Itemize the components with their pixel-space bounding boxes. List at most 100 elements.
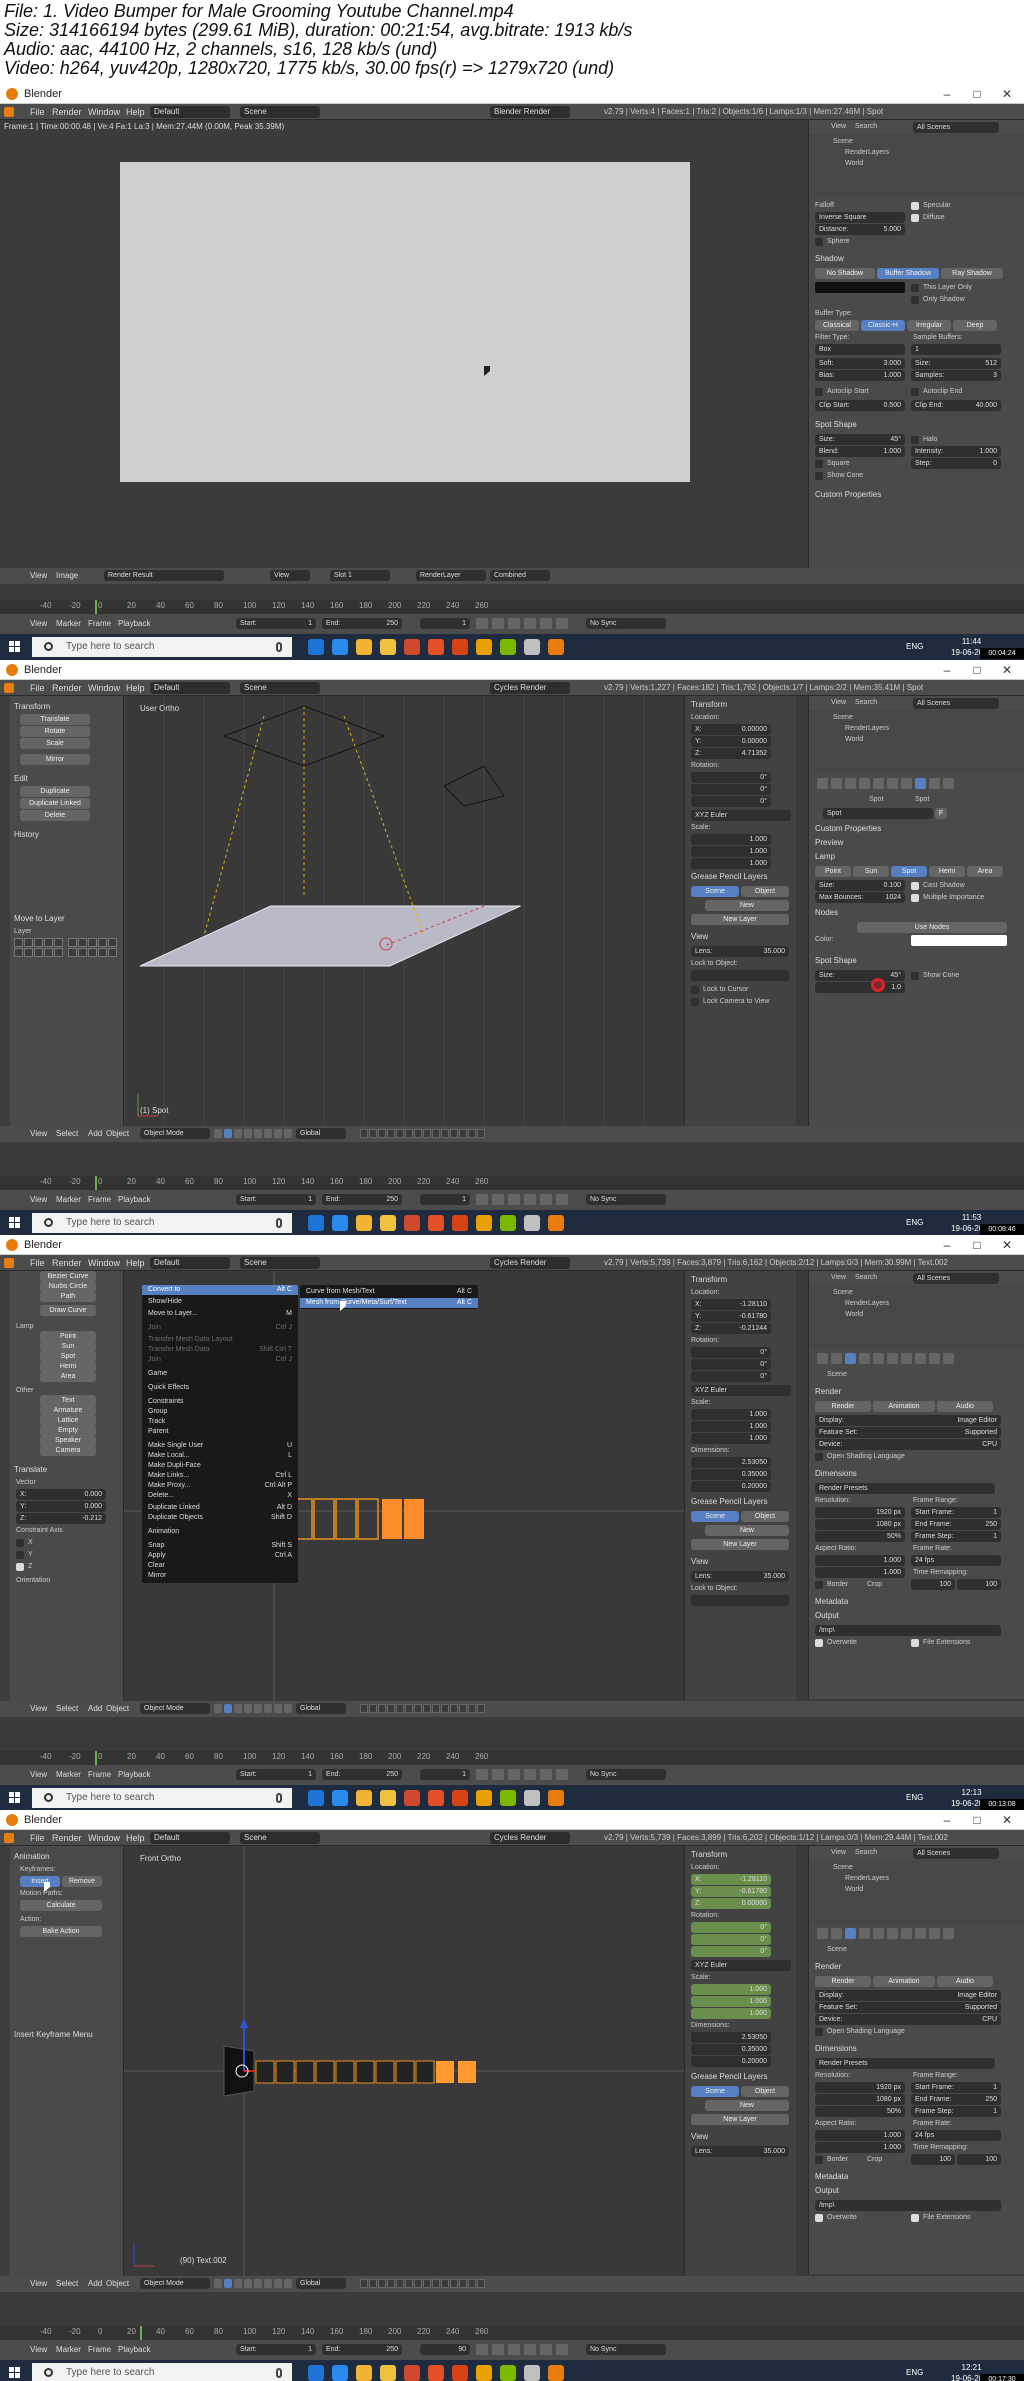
viewport-shading-icon[interactable] xyxy=(214,2279,222,2288)
timeline-playback-menu[interactable]: Playback xyxy=(118,1195,150,1204)
spot-size-field[interactable]: Size: 45° xyxy=(815,970,905,981)
view-menu[interactable]: View xyxy=(30,1704,47,1713)
frame-step-field[interactable]: Frame Step: 1 xyxy=(911,2106,1001,2117)
properties-tab-icon[interactable] xyxy=(943,1928,954,1939)
sample-buffers-select[interactable]: 1 xyxy=(911,344,1001,355)
layer-toggle[interactable] xyxy=(34,948,43,957)
lamp-name-field[interactable]: Spot xyxy=(823,808,933,819)
delete-button[interactable]: Delete xyxy=(20,810,90,821)
layer-toggle[interactable] xyxy=(396,2279,404,2288)
file-explorer-icon[interactable] xyxy=(380,2365,396,2381)
autoclip-end-checkbox[interactable] xyxy=(911,388,919,396)
menu-window[interactable]: Window xyxy=(88,1833,120,1843)
layer-toggle[interactable] xyxy=(414,1129,422,1138)
layer-toggle[interactable] xyxy=(477,2279,485,2288)
playback-control-icon[interactable] xyxy=(556,1194,568,1205)
image-view-menu[interactable]: View xyxy=(30,571,47,580)
point-lamp-button[interactable]: Point xyxy=(815,866,851,877)
dimension-z-field[interactable]: 0.20000 xyxy=(691,2056,771,2067)
properties-tab-icon[interactable] xyxy=(859,1353,870,1364)
add-area-button[interactable]: Area xyxy=(40,1371,96,1382)
viewport-shading-icon[interactable] xyxy=(274,2279,282,2288)
layer-toggle[interactable] xyxy=(108,938,117,947)
view-panel-header[interactable]: View xyxy=(691,2132,708,2141)
add-camera-button[interactable]: Camera xyxy=(40,1445,96,1456)
tool-shelf-tabs[interactable] xyxy=(0,696,10,1126)
grease-new-layer-button[interactable]: New Layer xyxy=(691,2114,789,2125)
display-select[interactable]: Display: Image Editor xyxy=(815,1415,1001,1426)
view-panel-header[interactable]: View xyxy=(691,932,708,941)
layer-toggle[interactable] xyxy=(360,1704,368,1713)
view-menu[interactable]: View xyxy=(30,2279,47,2288)
menu-help[interactable]: Help xyxy=(126,1833,145,1843)
properties-tab-icon[interactable] xyxy=(901,778,912,789)
app-icon[interactable] xyxy=(428,2365,444,2381)
properties-tab-icon[interactable] xyxy=(845,1928,856,1939)
app-icon[interactable] xyxy=(428,639,444,655)
animation-tools-header[interactable]: Animation xyxy=(14,1852,50,1861)
outliner-view-menu[interactable]: View xyxy=(831,699,846,706)
resolution-y-field[interactable]: 1080 px xyxy=(815,1519,905,1530)
select-menu[interactable]: Select xyxy=(56,1704,78,1713)
taskbar-search-box[interactable]: Type here to search xyxy=(32,1788,292,1808)
dimension-x-field[interactable]: 2.53050 xyxy=(691,2032,771,2043)
view-menu[interactable]: View xyxy=(30,1129,47,1138)
clip-start-field[interactable]: Clip Start: 0.500 xyxy=(815,400,905,411)
start-frame-field[interactable]: Start: 1 xyxy=(236,1194,316,1205)
grease-pencil-panel-header[interactable]: Grease Pencil Layers xyxy=(691,872,767,881)
playback-control-icon[interactable] xyxy=(508,1194,520,1205)
playback-control-icon[interactable] xyxy=(492,618,504,629)
overwrite-checkbox[interactable] xyxy=(815,2214,823,2222)
calculate-button[interactable]: Calculate xyxy=(20,1900,102,1911)
viewport-shading-icon[interactable] xyxy=(244,1129,252,1138)
start-frame-field[interactable]: Start: 1 xyxy=(236,1769,316,1780)
object-menu[interactable]: Object xyxy=(106,1704,129,1713)
layer-toggle[interactable] xyxy=(441,1704,449,1713)
mode-select[interactable]: Object Mode xyxy=(140,1128,210,1139)
location-y-field[interactable]: Y: -0.61780 xyxy=(691,1886,771,1897)
windows-start-icon[interactable] xyxy=(9,641,21,653)
playback-control-icon[interactable] xyxy=(556,2344,568,2355)
dimension-z-field[interactable]: 0.20000 xyxy=(691,1481,771,1492)
add-menu[interactable]: Add xyxy=(88,1704,102,1713)
scale-z-field[interactable]: 1.000 xyxy=(691,1433,771,1444)
layer-toggle[interactable] xyxy=(78,938,87,947)
border-checkbox[interactable] xyxy=(815,2156,823,2164)
lens-field[interactable]: Lens: 35.000 xyxy=(691,2146,789,2157)
taskbar-search-box[interactable]: Type here to search xyxy=(32,637,292,657)
lamp-color-swatch[interactable] xyxy=(911,935,1007,946)
frame-rate-select[interactable]: 24 fps xyxy=(911,2130,1001,2141)
playback-control-icon[interactable] xyxy=(508,1769,520,1780)
menu-render[interactable]: Render xyxy=(52,1833,82,1843)
transform-panel-header[interactable]: Transform xyxy=(691,1275,727,1284)
properties-tab-icon[interactable] xyxy=(845,1353,856,1364)
scale-x-field[interactable]: 1.000 xyxy=(691,1984,771,1995)
app-icon[interactable] xyxy=(428,1215,444,1231)
playback-control-icon[interactable] xyxy=(540,1769,552,1780)
close-icon[interactable]: ✕ xyxy=(992,86,1022,102)
scale-y-field[interactable]: 1.000 xyxy=(691,846,771,857)
scene-select[interactable]: Scene xyxy=(240,106,320,118)
layout-select[interactable]: Default xyxy=(150,1832,230,1844)
spot-lamp-button[interactable]: Spot xyxy=(891,866,927,877)
shadow-panel-header[interactable]: Shadow xyxy=(815,254,844,263)
layer-toggle[interactable] xyxy=(405,1704,413,1713)
menu-item[interactable]: Duplicate Objects Shift D xyxy=(142,1513,298,1523)
transform-panel-header[interactable]: Transform xyxy=(691,700,727,709)
end-frame-field[interactable]: End: 250 xyxy=(322,1194,402,1205)
outliner-filter-select[interactable]: All Scenes xyxy=(913,1848,999,1859)
file-explorer-icon[interactable] xyxy=(380,1215,396,1231)
layer-toggle[interactable] xyxy=(396,1704,404,1713)
viewport-shading-icon[interactable] xyxy=(234,1704,242,1713)
render-button[interactable]: Render xyxy=(815,1976,871,1987)
start-frame-prop-field[interactable]: Start Frame: 1 xyxy=(911,2082,1001,2093)
sync-select[interactable]: No Sync xyxy=(586,618,666,629)
layer-toggle[interactable] xyxy=(378,2279,386,2288)
classical-button[interactable]: Classical xyxy=(815,320,859,331)
submenu-item[interactable]: Mesh from Curve/Meta/Surf/Text Alt C xyxy=(300,1298,478,1308)
fake-user-button[interactable]: F xyxy=(935,808,947,819)
render-pass-select[interactable]: Combined xyxy=(490,570,550,581)
bake-action-button[interactable]: Bake Action xyxy=(20,1926,102,1937)
layer-toggle[interactable] xyxy=(88,948,97,957)
square-checkbox[interactable] xyxy=(815,460,823,468)
